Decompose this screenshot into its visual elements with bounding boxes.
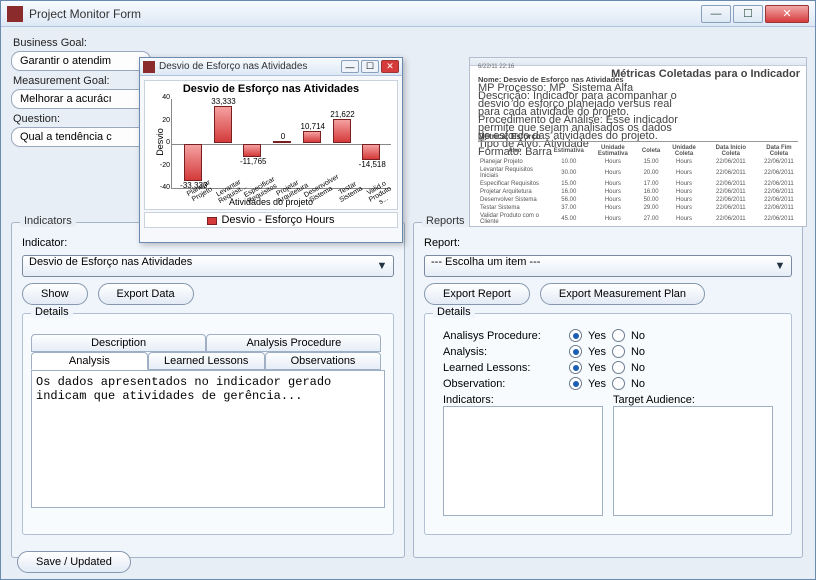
indicators-list-label: Indicators:	[443, 394, 603, 406]
indicator-details-panel: Details Description Analysis Procedure A…	[22, 313, 394, 535]
indicator-select-label: Indicator:	[22, 237, 67, 249]
indicator-select-value: Desvio de Esforço nas Atividades	[29, 256, 192, 268]
learned-lessons-yes-radio[interactable]	[569, 361, 582, 374]
indicator-details-legend: Details	[31, 306, 73, 318]
dropdown-icon: ▼	[773, 259, 787, 273]
tab-analysis[interactable]: Analysis	[31, 352, 148, 370]
indicators-listbox[interactable]	[443, 406, 603, 516]
maximize-button[interactable]: ☐	[733, 5, 763, 23]
analysis-procedure-no-radio[interactable]	[612, 329, 625, 342]
export-measurement-plan-button[interactable]: Export Measurement Plan	[540, 283, 705, 305]
tab-description[interactable]: Description	[31, 334, 206, 352]
chart-bar: -11,765	[243, 144, 261, 157]
report-select-label: Report:	[424, 237, 460, 249]
indicators-legend: Indicators	[20, 215, 76, 227]
chart-maximize-button[interactable]: ☐	[361, 60, 379, 73]
chart-bar: -33,333	[184, 144, 202, 181]
show-button[interactable]: Show	[22, 283, 88, 305]
app-icon	[7, 6, 23, 22]
observation-no-radio[interactable]	[612, 377, 625, 390]
analysis-yes-radio[interactable]	[569, 345, 582, 358]
target-audience-list-label: Target Audience:	[613, 394, 773, 406]
chart-window-title: Desvio de Esforço nas Atividades	[159, 61, 339, 72]
report-details-panel: Details Analisys Procedure: Yes No Analy…	[424, 313, 792, 535]
analysis-textarea[interactable]	[31, 370, 385, 508]
chart-window-icon	[143, 61, 155, 73]
export-data-button[interactable]: Export Data	[98, 283, 194, 305]
reports-legend: Reports	[422, 215, 469, 227]
chart-legend-swatch	[207, 217, 217, 225]
chart-xlabel: Atividades do projeto	[145, 197, 397, 207]
reports-panel: Reports Report: --- Escolha um item --- …	[413, 222, 803, 558]
titlebar[interactable]: Project Monitor Form ― ☐ ✕	[1, 1, 815, 27]
target-audience-listbox[interactable]	[613, 406, 773, 516]
chart-bar: 33,333	[214, 106, 232, 143]
tab-observations[interactable]: Observations	[265, 352, 382, 370]
report-select-value: --- Escolha um item ---	[431, 256, 540, 268]
report-details-legend: Details	[433, 306, 475, 318]
window-title: Project Monitor Form	[29, 7, 701, 21]
row-analysis-procedure-label: Analisys Procedure:	[443, 330, 563, 342]
measurement-goal-field[interactable]: Melhorar a acurácı	[11, 89, 151, 109]
minimize-button[interactable]: ―	[701, 5, 731, 23]
learned-lessons-no-radio[interactable]	[612, 361, 625, 374]
chart-bar: -14,518	[362, 144, 380, 160]
metrics-timestamp: 6/22/11 22:16	[478, 64, 514, 70]
chart-minimize-button[interactable]: ―	[341, 60, 359, 73]
tab-analysis-procedure[interactable]: Analysis Procedure	[206, 334, 381, 352]
indicator-select[interactable]: Desvio de Esforço nas Atividades ▼	[22, 255, 394, 277]
chart-bar: 0	[273, 141, 291, 143]
row-observation-label: Observation:	[443, 378, 563, 390]
close-button[interactable]: ✕	[765, 5, 809, 23]
indicators-panel: Indicators Indicator: Desvio de Esforço …	[11, 222, 405, 558]
question-field[interactable]: Qual a tendência c	[11, 127, 151, 147]
tab-learned-lessons[interactable]: Learned Lessons	[148, 352, 265, 370]
metrics-section-header: Métrica: Esforço	[478, 132, 798, 142]
business-goal-field[interactable]: Garantir o atendim	[11, 51, 151, 71]
row-analysis-label: Analysis:	[443, 346, 563, 358]
chart-legend: Desvio - Esforço Hours	[144, 212, 398, 228]
chart-window[interactable]: Desvio de Esforço nas Atividades ― ☐ ✕ D…	[139, 57, 403, 243]
chart-title: Desvio de Esforço nas Atividades	[145, 83, 397, 95]
observation-yes-radio[interactable]	[569, 377, 582, 390]
export-report-button[interactable]: Export Report	[424, 283, 530, 305]
metrics-preview[interactable]: 6/22/11 22:16 Métricas Coletadas para o …	[469, 57, 807, 227]
chart-close-button[interactable]: ✕	[381, 60, 399, 73]
main-window: Project Monitor Form ― ☐ ✕ Business Goal…	[0, 0, 816, 580]
business-goal-label: Business Goal:	[13, 37, 805, 49]
chart-bar: 21,622	[333, 119, 351, 143]
analysis-procedure-yes-radio[interactable]	[569, 329, 582, 342]
row-learned-lessons-label: Learned Lessons:	[443, 362, 563, 374]
report-select[interactable]: --- Escolha um item --- ▼	[424, 255, 792, 277]
save-updated-button[interactable]: Save / Updated	[17, 551, 131, 573]
dropdown-icon: ▼	[375, 259, 389, 273]
chart-plot: Desvio de Esforço nas Atividades Desvio …	[144, 80, 398, 210]
chart-bar: 10,714	[303, 131, 321, 143]
metrics-table: AlvoEstimativaUnidade EstimativaColetaUn…	[478, 144, 802, 227]
analysis-no-radio[interactable]	[612, 345, 625, 358]
